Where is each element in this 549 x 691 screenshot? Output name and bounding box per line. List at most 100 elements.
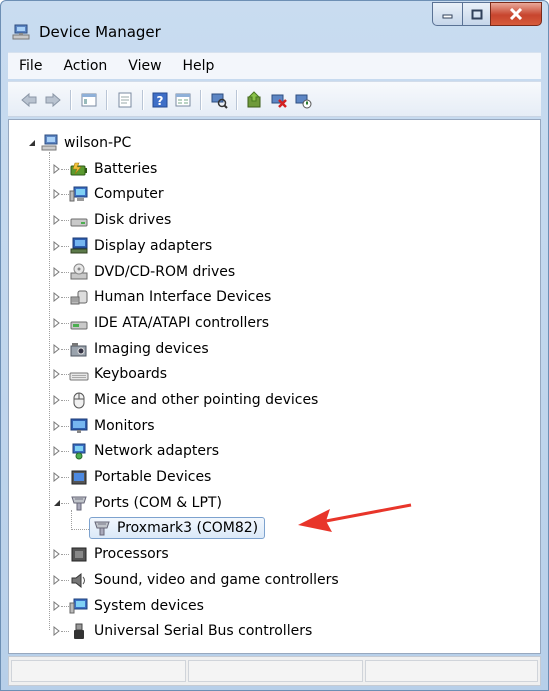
tree-item-label: Imaging devices: [94, 340, 209, 357]
tree-item-label: Network adapters: [94, 443, 219, 460]
tree-guide-line: [49, 152, 51, 631]
show-hide-tree-icon[interactable]: [80, 91, 98, 109]
tree-item[interactable]: Imaging devices: [69, 338, 209, 360]
tree-item[interactable]: Portable Devices: [69, 466, 211, 488]
tree-item[interactable]: Mice and other pointing devices: [69, 389, 318, 411]
tree-item[interactable]: Universal Serial Bus controllers: [69, 620, 312, 642]
disable-icon[interactable]: [294, 91, 312, 109]
tree-item-label: Disk drives: [94, 212, 172, 229]
close-icon: [509, 8, 523, 20]
tree-guide-line: [61, 425, 69, 428]
close-button[interactable]: [490, 2, 542, 26]
tree-item[interactable]: Human Interface Devices: [69, 286, 271, 308]
back-arrow-icon[interactable]: [20, 91, 38, 109]
toolbar-separator: [142, 90, 143, 110]
tree-guide-line: [61, 374, 69, 376]
sound-icon: [71, 572, 85, 588]
tree-guide-line: [61, 168, 69, 171]
root-computer-icon: [41, 134, 58, 151]
tree-guide-line: [71, 528, 89, 531]
tree-item[interactable]: Sound, video and game controllers: [69, 569, 339, 591]
svg-text:?: ?: [157, 94, 164, 108]
collapse-arrow-icon[interactable]: [27, 138, 37, 148]
display-adapter-icon: [70, 237, 88, 254]
status-cell: [11, 660, 186, 682]
mouse-icon: [73, 392, 85, 409]
tree-item[interactable]: Network adapters: [69, 440, 219, 462]
tree-guide-line: [61, 554, 69, 556]
menu-bar: File Action View Help: [8, 52, 541, 79]
tree-item[interactable]: DVD/CD-ROM drives: [69, 261, 235, 283]
tree-guide-line: [61, 245, 69, 248]
tree-item[interactable]: IDE ATA/ATAPI controllers: [69, 312, 269, 334]
monitor-icon: [70, 418, 88, 433]
battery-icon: [70, 162, 87, 176]
title-bar[interactable]: Device Manager: [1, 1, 548, 47]
window-title: Device Manager: [39, 23, 161, 41]
tree-item-label: Portable Devices: [94, 469, 212, 486]
tree-guide-line: [61, 297, 69, 299]
tree-guide-line: [61, 579, 69, 582]
tree-item[interactable]: Display adapters: [69, 235, 212, 257]
annotation-arrow: [298, 503, 412, 532]
tree-item[interactable]: Processors: [69, 543, 169, 565]
menu-view[interactable]: View: [117, 58, 171, 74]
tree-item-label: DVD/CD-ROM drives: [94, 263, 236, 280]
disk-drive-icon: [70, 218, 88, 227]
update-driver-icon[interactable]: [246, 91, 264, 109]
tree-item-label: Display adapters: [94, 237, 213, 254]
tree-child-label: Proxmark3 (COM82): [117, 519, 259, 536]
toolbar: ?: [8, 81, 541, 117]
tree-item-label: System devices: [94, 597, 204, 614]
minimize-button[interactable]: [432, 2, 462, 26]
tree-guide-line: [61, 451, 69, 453]
status-cell: [188, 660, 363, 682]
tree-item[interactable]: Monitors: [69, 415, 155, 437]
tree-item[interactable]: Disk drives: [69, 209, 171, 231]
caption-buttons: [432, 2, 542, 26]
menu-file[interactable]: File: [8, 58, 52, 74]
toolbar-separator: [70, 90, 71, 110]
tree-item-label: Universal Serial Bus controllers: [94, 623, 313, 640]
tree-item-label: Monitors: [94, 417, 155, 434]
tree-item[interactable]: Ports (COM & LPT): [69, 492, 222, 514]
usb-icon: [74, 623, 84, 640]
tree-item-label: Batteries: [94, 160, 158, 177]
device-tree-panel: wilson-PC Batteries Computer Disk drives Dis…: [8, 119, 541, 654]
tree-item-label: Processors: [94, 546, 169, 563]
device-manager-icon: [12, 24, 30, 40]
help-icon[interactable]: ?: [151, 91, 169, 109]
tree-item[interactable]: System devices: [69, 595, 204, 617]
system-device-icon: [69, 598, 88, 614]
properties-icon[interactable]: [116, 91, 134, 109]
tree-guide-line: [61, 605, 69, 608]
scan-hardware-icon[interactable]: [210, 91, 228, 109]
tree-item[interactable]: Keyboards: [69, 363, 167, 385]
menu-action[interactable]: Action: [52, 58, 117, 74]
tree-item-label: Computer: [94, 186, 164, 203]
toolbar-separator: [200, 90, 201, 110]
tree-child-item[interactable]: Proxmark3 (COM82): [89, 516, 266, 539]
ide-controller-icon: [70, 321, 88, 330]
tree-item[interactable]: Computer: [69, 183, 164, 205]
tree-item-label: Mice and other pointing devices: [94, 392, 319, 408]
device-tree[interactable]: wilson-PC Batteries Computer Disk drives Dis…: [9, 120, 540, 653]
tree-guide-line: [61, 194, 69, 196]
device-manager-window: Device Manager File Action View Help ? w…: [0, 0, 549, 691]
tree-item-label: Sound, video and game controllers: [94, 571, 339, 588]
tree-root[interactable]: wilson-PC: [39, 132, 131, 154]
tree-guide-line: [71, 509, 73, 528]
tree-guide-line: [61, 348, 69, 351]
tree-item[interactable]: Batteries: [69, 158, 157, 180]
grid-view-icon[interactable]: [174, 91, 192, 109]
forward-arrow-icon[interactable]: [44, 91, 62, 109]
toolbar-separator: [236, 90, 237, 110]
uninstall-icon[interactable]: [270, 91, 288, 109]
menu-help[interactable]: Help: [172, 58, 225, 74]
maximize-button[interactable]: [462, 2, 490, 26]
tree-guide-line: [61, 477, 69, 479]
selected-device[interactable]: Proxmark3 (COM82): [89, 516, 266, 539]
tree-item-label: Ports (COM & LPT): [94, 494, 222, 511]
tree-item-label: Human Interface Devices: [94, 289, 272, 306]
status-bar: [8, 656, 541, 686]
